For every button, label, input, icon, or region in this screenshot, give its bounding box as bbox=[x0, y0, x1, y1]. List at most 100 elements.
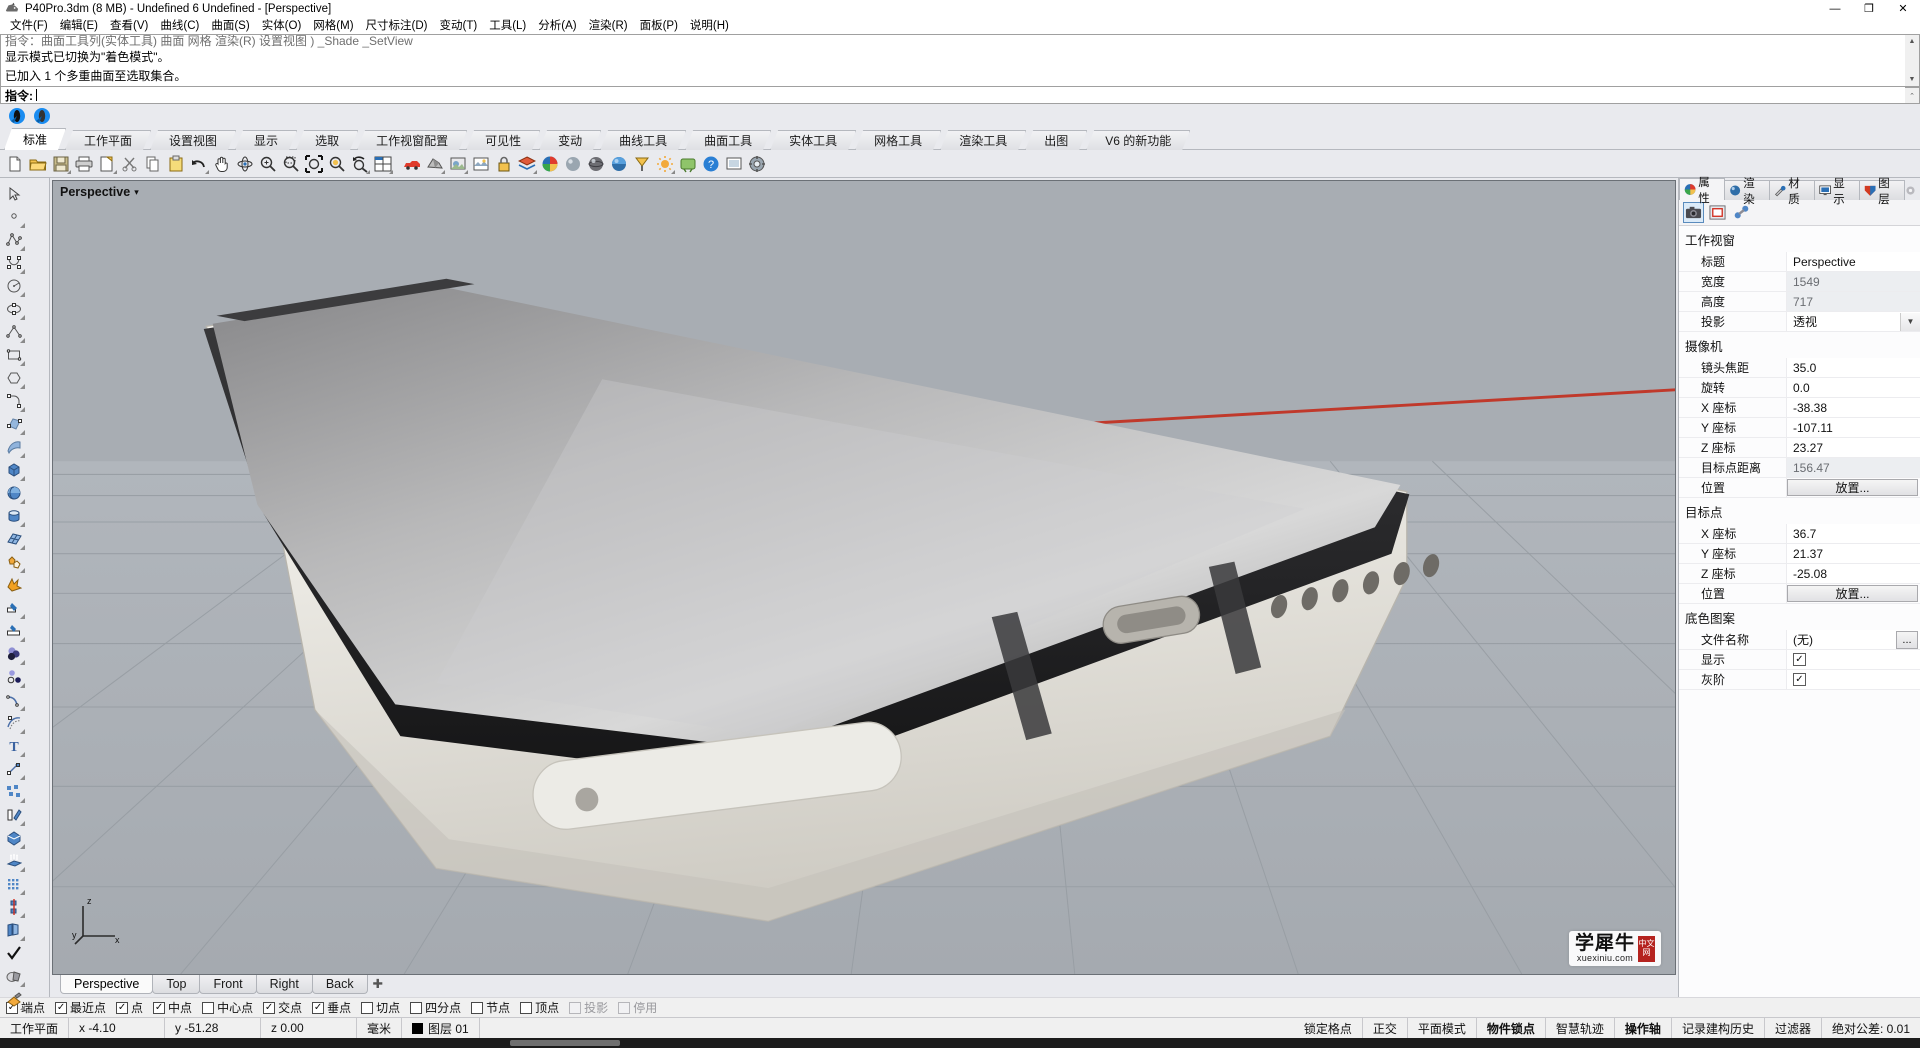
save-file-icon[interactable] bbox=[50, 153, 72, 175]
status-toggle-smarttrack[interactable]: 智慧轨迹 bbox=[1546, 1018, 1615, 1038]
status-units[interactable]: 毫米 bbox=[357, 1018, 403, 1038]
ribbon-tab-setview[interactable]: 设置视图 bbox=[150, 130, 236, 150]
status-toggle-grid-snap[interactable]: 锁定格点 bbox=[1294, 1018, 1363, 1038]
extrude-surface-icon[interactable] bbox=[2, 849, 25, 872]
property-value-target-x[interactable]: 36.7 bbox=[1787, 524, 1920, 543]
osnap-vertex[interactable]: 顶点 bbox=[520, 999, 559, 1016]
menu-item-file[interactable]: 文件(F) bbox=[4, 18, 54, 34]
ribbon-tab-viewport-layout[interactable]: 工作视窗配置 bbox=[357, 130, 467, 150]
panel-tab-material[interactable]: 材质 bbox=[1769, 178, 1815, 206]
property-value-camera-y[interactable]: -107.11 bbox=[1787, 418, 1920, 437]
trim-icon[interactable] bbox=[2, 596, 25, 619]
text-icon[interactable]: T bbox=[2, 734, 25, 757]
property-row-show-wallpaper[interactable]: 显示 ✓ bbox=[1679, 650, 1920, 670]
mesh-icon[interactable] bbox=[2, 527, 25, 550]
export-icon[interactable] bbox=[96, 153, 118, 175]
polyline-icon[interactable] bbox=[2, 228, 25, 251]
circle-icon[interactable] bbox=[2, 274, 25, 297]
checkbox-icon[interactable]: ✓ bbox=[153, 1001, 166, 1014]
ribbon-tab-select[interactable]: 选取 bbox=[296, 130, 358, 150]
property-row-target-y[interactable]: Y 座标 21.37 bbox=[1679, 544, 1920, 564]
chevron-down-icon[interactable]: ▾ bbox=[134, 187, 139, 198]
property-value-target-position[interactable]: 放置... bbox=[1787, 584, 1920, 603]
viewport-tab-perspective[interactable]: Perspective bbox=[60, 975, 154, 994]
cylinder-icon[interactable] bbox=[2, 504, 25, 527]
ribbon-tab-v6-new-features[interactable]: V6 的新功能 bbox=[1086, 130, 1190, 150]
property-value-target-y[interactable]: 21.37 bbox=[1787, 544, 1920, 563]
status-toggle-filter[interactable]: 过滤器 bbox=[1765, 1018, 1822, 1038]
ribbon-tab-curve-tools[interactable]: 曲线工具 bbox=[600, 130, 686, 150]
ribbon-tab-standard[interactable]: 标准 bbox=[4, 128, 66, 150]
property-value-title[interactable]: Perspective bbox=[1787, 252, 1920, 271]
checkbox-icon[interactable] bbox=[202, 1001, 215, 1014]
expander-icon[interactable]: ⌃ bbox=[1905, 89, 1919, 102]
extrude-icon[interactable] bbox=[2, 803, 25, 826]
checkbox-icon[interactable]: ✓ bbox=[263, 1001, 276, 1014]
chevron-down-icon[interactable]: ▼ bbox=[1900, 312, 1920, 331]
select-arrow-icon[interactable] bbox=[2, 182, 25, 205]
property-row-target-x[interactable]: X 座标 36.7 bbox=[1679, 524, 1920, 544]
command-prompt-row[interactable]: 指令: bbox=[0, 87, 1905, 104]
boolean-difference-icon[interactable] bbox=[2, 665, 25, 688]
property-row-target-position[interactable]: 位置 放置... bbox=[1679, 584, 1920, 604]
paste-icon[interactable] bbox=[165, 153, 187, 175]
control-point-curve-icon[interactable] bbox=[2, 251, 25, 274]
menu-item-curve[interactable]: 曲线(C) bbox=[154, 18, 205, 34]
status-toggle-osnap[interactable]: 物件锁点 bbox=[1477, 1018, 1546, 1038]
command-history[interactable]: 指令：曲面工具列(实体工具) 曲面 网格 渲染(R) 设置视图 ) _Shade… bbox=[0, 34, 1905, 87]
polygon-icon[interactable] bbox=[2, 366, 25, 389]
point-object-icon[interactable] bbox=[2, 205, 25, 228]
menu-item-panels[interactable]: 面板(P) bbox=[634, 18, 684, 34]
shade-icon[interactable] bbox=[424, 153, 446, 175]
property-row-rotation[interactable]: 旋转 0.0 bbox=[1679, 378, 1920, 398]
array-icon[interactable] bbox=[2, 780, 25, 803]
property-value-target-z[interactable]: -25.08 bbox=[1787, 564, 1920, 583]
menu-item-dimension[interactable]: 尺寸标注(D) bbox=[360, 18, 434, 34]
sphere-solid-icon[interactable] bbox=[2, 481, 25, 504]
render-car-icon[interactable] bbox=[401, 153, 423, 175]
status-toggle-record-history[interactable]: 记录建构历史 bbox=[1672, 1018, 1765, 1038]
toolbar-group-secondary-icon[interactable] bbox=[31, 105, 53, 127]
osnap-project[interactable]: 投影 bbox=[569, 999, 608, 1016]
panel-tab-render[interactable]: 渲染 bbox=[1724, 178, 1770, 206]
menu-item-transform[interactable]: 变动(T) bbox=[434, 18, 484, 34]
check-object-icon[interactable] bbox=[2, 941, 25, 964]
property-value-lens-length[interactable]: 35.0 bbox=[1787, 358, 1920, 377]
close-button[interactable]: ✕ bbox=[1886, 0, 1920, 18]
copy-icon[interactable] bbox=[142, 153, 164, 175]
menu-item-surface[interactable]: 曲面(S) bbox=[205, 18, 255, 34]
osnap-quadrant[interactable]: 四分点 bbox=[410, 999, 461, 1016]
pan-hand-icon[interactable] bbox=[211, 153, 233, 175]
property-row-camera-z[interactable]: Z 座标 23.27 bbox=[1679, 438, 1920, 458]
grasshopper-icon[interactable] bbox=[677, 153, 699, 175]
zoom-in-out-icon[interactable] bbox=[257, 153, 279, 175]
property-value-camera-position[interactable]: 放置... bbox=[1787, 478, 1920, 497]
grayscale-checkbox[interactable]: ✓ bbox=[1793, 673, 1806, 686]
new-file-icon[interactable] bbox=[4, 153, 26, 175]
add-viewport-tab-icon[interactable]: ✚ bbox=[367, 975, 389, 994]
panel-tab-layers[interactable]: 图层 bbox=[1859, 178, 1905, 206]
offset-curve-icon[interactable] bbox=[2, 711, 25, 734]
minimize-button[interactable]: — bbox=[1818, 0, 1852, 18]
checkbox-icon[interactable] bbox=[410, 1001, 423, 1014]
sun-icon[interactable] bbox=[654, 153, 676, 175]
perspective-viewport[interactable]: Perspective ▾ z y x 学犀牛 xuexiniu.com 中文 … bbox=[52, 180, 1676, 975]
browse-file-button[interactable]: ... bbox=[1896, 630, 1918, 649]
checkbox-icon[interactable]: ✓ bbox=[116, 1001, 129, 1014]
menu-item-solid[interactable]: 实体(O) bbox=[256, 18, 308, 34]
checkbox-icon[interactable]: ✓ bbox=[55, 1001, 68, 1014]
print-icon[interactable] bbox=[73, 153, 95, 175]
menu-item-analyze[interactable]: 分析(A) bbox=[532, 18, 582, 34]
ribbon-tab-transform[interactable]: 变动 bbox=[539, 130, 601, 150]
fillet-curve-icon[interactable] bbox=[2, 688, 25, 711]
named-view-icon[interactable] bbox=[470, 153, 492, 175]
panel-tab-display[interactable]: 显示 bbox=[1814, 178, 1860, 206]
menu-item-mesh[interactable]: 网格(M) bbox=[307, 18, 359, 34]
curve-fillet-icon[interactable] bbox=[2, 389, 25, 412]
property-row-projection[interactable]: 投影 透视 ▼ bbox=[1679, 312, 1920, 332]
viewport-tab-front[interactable]: Front bbox=[199, 975, 257, 994]
property-value-show-wallpaper[interactable]: ✓ bbox=[1787, 650, 1920, 669]
osnap-knot[interactable]: 节点 bbox=[471, 999, 510, 1016]
light-icon[interactable] bbox=[631, 153, 653, 175]
ribbon-tab-render-tools[interactable]: 渲染工具 bbox=[940, 130, 1026, 150]
